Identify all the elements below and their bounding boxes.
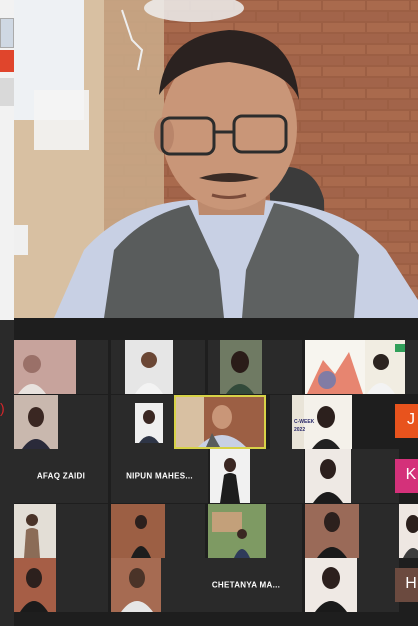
participant-tile-initial-h[interactable]: H xyxy=(395,568,418,602)
background-app-gray-bar xyxy=(0,78,14,106)
participant-tile[interactable] xyxy=(111,504,205,558)
participant-tile[interactable] xyxy=(14,558,108,612)
participant-video xyxy=(14,395,108,449)
participant-tile-nipun[interactable]: NIPUN MAHES... xyxy=(111,449,208,503)
participant-video xyxy=(305,340,418,394)
participant-tile-initial-j[interactable]: J xyxy=(395,404,418,438)
participant-name: NIPUN MAHES... xyxy=(126,471,193,481)
participant-tile-afaq-zaidi[interactable]: AFAQ ZAIDI xyxy=(14,449,108,503)
participant-video xyxy=(111,504,205,558)
background-app-dark-panel xyxy=(0,320,14,626)
participant-tile-poster[interactable] xyxy=(305,340,418,394)
poster-year-label: 2022 xyxy=(294,427,306,433)
participant-video xyxy=(305,504,399,558)
participant-tile[interactable] xyxy=(14,395,108,449)
participant-video xyxy=(14,558,108,612)
participant-name: AFAQ ZAIDI xyxy=(36,471,86,481)
participant-name: CHETANYA MA... xyxy=(211,580,281,590)
participant-video xyxy=(305,558,399,612)
participant-video xyxy=(210,449,304,503)
participant-tile-chetanya[interactable]: CHETANYA MA... xyxy=(190,558,302,612)
participant-initial: H xyxy=(405,575,417,592)
participant-video xyxy=(208,504,302,558)
participant-tile[interactable] xyxy=(111,340,205,394)
poster-week-label: C-WEEK xyxy=(294,419,315,425)
participant-tile[interactable] xyxy=(14,340,108,394)
participant-tile[interactable] xyxy=(305,449,399,503)
participant-tile[interactable] xyxy=(208,504,302,558)
participant-initial: J xyxy=(407,411,415,428)
zoom-meeting-window: ) C-WEEK 2022 J AFAQ ZAIDI NIPUN MAHES..… xyxy=(0,0,418,626)
participant-video xyxy=(14,340,76,394)
participant-tile[interactable] xyxy=(14,504,108,558)
speaker-video-frame xyxy=(14,0,418,318)
participant-video xyxy=(14,504,108,558)
background-app-red-bar xyxy=(0,50,14,72)
participant-tile[interactable] xyxy=(399,504,418,558)
participant-video xyxy=(305,449,399,503)
participant-video xyxy=(208,340,302,394)
background-thumbnail xyxy=(0,18,14,48)
participant-video xyxy=(176,397,264,447)
active-speaker-video[interactable] xyxy=(14,0,418,318)
participant-initial: K xyxy=(405,466,417,483)
participant-video xyxy=(111,340,205,394)
participant-tile[interactable] xyxy=(305,504,399,558)
participant-tile-active-speaker[interactable] xyxy=(174,395,266,449)
participant-tile[interactable] xyxy=(208,340,302,394)
participant-tile[interactable]: C-WEEK 2022 xyxy=(270,395,352,449)
participant-tile[interactable] xyxy=(305,558,399,612)
background-app-edge: ) xyxy=(0,0,14,626)
participant-tile-initial-k[interactable]: K xyxy=(395,459,418,493)
background-app-text: ) xyxy=(0,400,5,416)
participant-video xyxy=(399,504,418,558)
participant-gallery: C-WEEK 2022 J AFAQ ZAIDI NIPUN MAHES... xyxy=(14,318,418,626)
participant-tile[interactable] xyxy=(210,449,304,503)
